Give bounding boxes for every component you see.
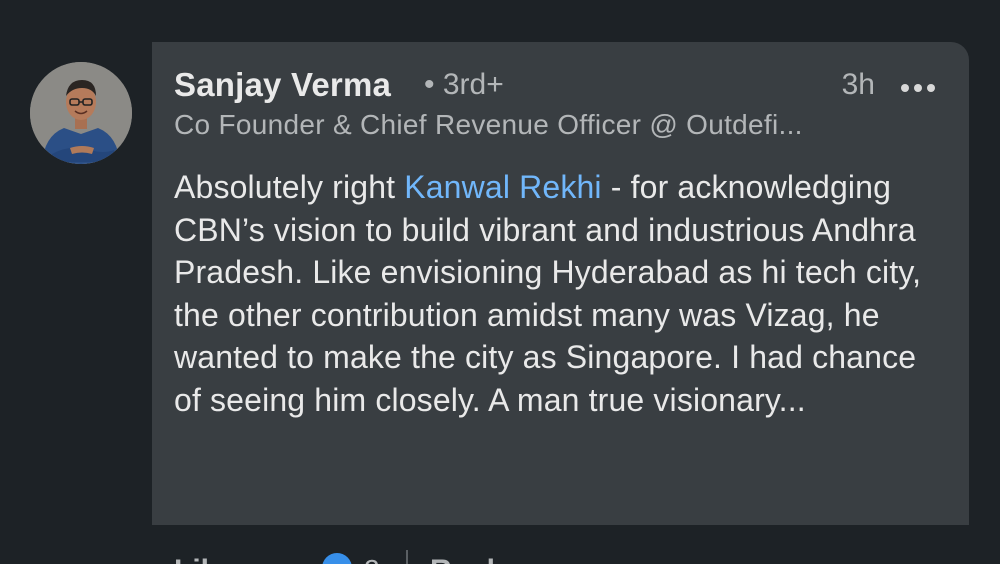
- comment-card: Sanjay Verma • 3rd+ 3h Co Founder & Chie…: [152, 42, 969, 525]
- mention-link[interactable]: Kanwal Rekhi: [404, 169, 601, 205]
- action-divider: [406, 550, 408, 564]
- reply-button[interactable]: Reply: [430, 554, 512, 564]
- comment-text-start: Absolutely right: [174, 169, 405, 205]
- comment-text: Absolutely right Kanwal Rekhi - for ackn…: [174, 166, 944, 422]
- comment-thread: Sanjay Verma • 3rd+ 3h Co Founder & Chie…: [0, 0, 1000, 564]
- avatar-photo: [30, 62, 132, 164]
- thumbs-up-icon: [322, 553, 352, 564]
- author-headline: Co Founder & Chief Revenue Officer @ Out…: [174, 109, 803, 140]
- like-count[interactable]: 2: [364, 554, 380, 564]
- author-name[interactable]: Sanjay Verma: [174, 66, 391, 104]
- avatar[interactable]: [30, 62, 132, 164]
- comment-text-rest: - for acknowledging CBN’s vision to buil…: [174, 169, 922, 418]
- like-button[interactable]: Like: [174, 554, 234, 564]
- more-horizontal-icon[interactable]: [901, 84, 935, 92]
- comment-time: 3h: [841, 68, 875, 101]
- connection-degree: • 3rd+: [424, 68, 504, 101]
- comment-actions: Like 2 Reply: [152, 540, 969, 564]
